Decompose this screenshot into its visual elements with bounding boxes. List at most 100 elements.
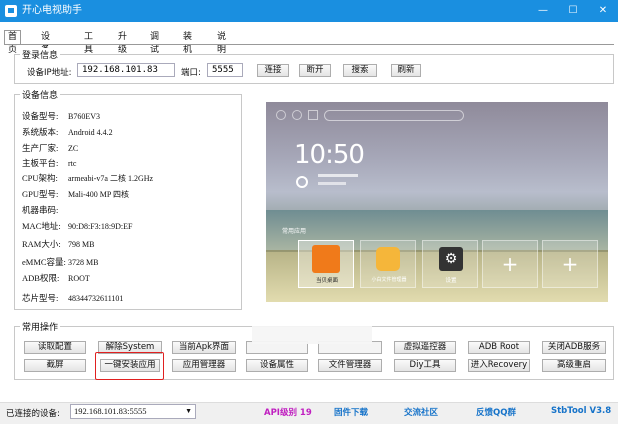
device-info-key: MAC地址: xyxy=(22,221,61,231)
advanced-reboot-button[interactable]: 高级重启 xyxy=(542,359,606,372)
tab-help[interactable]: 说明 xyxy=(213,30,230,55)
device-info-row: CPU架构: armeabi-v7a 二核 1.2GHz xyxy=(22,172,153,184)
login-group-title: 登录信息 xyxy=(20,48,61,61)
device-info-value: rtc xyxy=(68,159,77,168)
disconnect-button[interactable]: 断开 xyxy=(299,64,331,77)
app-tile-add-2: + xyxy=(542,240,598,288)
device-info-key: 机器串码: xyxy=(22,205,59,215)
adb-root-button[interactable]: ADB Root xyxy=(468,341,530,354)
chevron-down-icon: ▼ xyxy=(185,407,192,415)
device-info-value: 798 MB xyxy=(68,240,95,249)
device-info-key: 生产厂家: xyxy=(22,143,59,153)
weather-sun-icon xyxy=(296,176,308,188)
device-info-row: ADB权限: ROOT xyxy=(22,272,90,284)
app-label-file-manager: 小白文件管理器 xyxy=(371,277,407,283)
device-info-value: 3728 MB xyxy=(68,258,99,267)
window-title: 开心电视助手 xyxy=(22,5,82,16)
connect-button[interactable]: 连接 xyxy=(257,64,289,77)
api-level-text: API级别 19 xyxy=(264,408,312,418)
device-info-key: 系统版本: xyxy=(22,127,59,137)
current-apk-button[interactable]: 当前Apk界面 xyxy=(172,341,236,354)
app-label-settings: 设置 xyxy=(445,278,457,284)
file-manager-button[interactable]: 文件管理器 xyxy=(318,359,382,372)
minimize-icon[interactable]: — xyxy=(528,0,558,22)
virtual-remote-button[interactable]: 虚拟遥控器 xyxy=(394,341,456,354)
device-info-key: 设备型号: xyxy=(22,111,59,121)
connected-device-value: 192.168.101.83:5555 xyxy=(74,406,147,416)
connected-device-label: 已连接的设备: xyxy=(6,409,60,419)
tab-divider xyxy=(4,44,614,45)
read-config-button[interactable]: 读取配置 xyxy=(24,341,86,354)
device-info-value: ZC xyxy=(68,144,79,153)
tab-upgrade[interactable]: 升级 xyxy=(114,30,131,55)
preview-clock: 10:50 xyxy=(294,140,365,170)
device-info-title: 设备信息 xyxy=(20,88,61,101)
version-text: StbTool V3.8 xyxy=(551,406,612,416)
close-adb-button[interactable]: 关闭ADB服务 xyxy=(542,341,606,354)
device-info-value: 48344732611101 xyxy=(68,294,124,303)
device-info-key: eMMC容量: xyxy=(22,257,66,267)
tab-toolbox[interactable]: 工具箱 xyxy=(80,30,97,68)
dangbei-app-icon xyxy=(312,245,340,273)
close-icon[interactable]: ✕ xyxy=(588,0,618,22)
port-input[interactable] xyxy=(207,63,243,77)
device-props-button[interactable]: 设备属性 xyxy=(246,359,308,372)
diy-tools-button[interactable]: Diy工具 xyxy=(394,359,456,372)
tab-debug[interactable]: 调试 xyxy=(146,30,163,55)
device-info-row: 主板平台: rtc xyxy=(22,157,76,169)
device-info-row: 生产厂家: ZC xyxy=(22,142,78,154)
device-info-row: 设备型号: B760EV3 xyxy=(22,110,100,122)
connected-device-select[interactable]: 192.168.101.83:5555 ▼ xyxy=(70,404,196,419)
device-info-key: CPU架构: xyxy=(22,173,58,183)
weather-info-2 xyxy=(318,182,346,185)
device-info-value: Android 4.4.2 xyxy=(68,128,113,137)
app-label-dangbei: 当贝桌面 xyxy=(315,278,338,284)
weather-info xyxy=(318,174,358,177)
port-label: 端口: xyxy=(181,68,201,78)
device-info-row: eMMC容量: 3728 MB xyxy=(22,256,98,268)
ip-label: 设备IP地址: xyxy=(27,68,72,78)
title-bar: 开心电视助手 — ☐ ✕ xyxy=(0,0,618,22)
feedback-qq-link[interactable]: 反馈QQ群 xyxy=(476,406,516,418)
refresh-button[interactable]: 刷新 xyxy=(391,64,421,77)
enter-recovery-button[interactable]: 进入Recovery xyxy=(468,359,530,372)
search-button[interactable]: 搜索 xyxy=(343,64,377,77)
highlight-box xyxy=(95,352,164,380)
device-info-value: Mali-400 MP 四核 xyxy=(68,190,130,199)
app-tile-file-manager: 小白文件管理器 xyxy=(360,240,416,288)
device-info-row: RAM大小: 798 MB xyxy=(22,238,94,250)
app-tile-settings: ⚙ 设置 xyxy=(422,240,478,288)
obscuring-overlay xyxy=(252,326,372,344)
device-info-row: 机器串码: xyxy=(22,204,68,216)
device-info-row: 系统版本: Android 4.4.2 xyxy=(22,126,113,138)
app-tile-dangbei: 当贝桌面 xyxy=(298,240,354,288)
tab-home[interactable]: 首页 xyxy=(4,30,22,55)
community-link[interactable]: 交流社区 xyxy=(404,406,438,418)
app-tile-add-1: + xyxy=(482,240,538,288)
ops-group-title: 常用操作 xyxy=(20,320,61,333)
device-info-key: 主板平台: xyxy=(22,158,59,168)
device-info-key: ADB权限: xyxy=(22,273,60,283)
ip-input[interactable] xyxy=(77,63,175,77)
device-info-key: 芯片型号: xyxy=(22,293,59,303)
device-info-row: GPU型号: Mali-400 MP 四核 xyxy=(22,188,129,200)
device-info-value: B760EV3 xyxy=(68,112,100,121)
tab-device-management[interactable]: 设备管理 xyxy=(37,30,54,81)
device-info-value: 90:D8:F3:18:9D:EF xyxy=(68,222,133,231)
settings-gear-icon: ⚙ xyxy=(439,247,463,271)
screenshot-button[interactable]: 截屏 xyxy=(24,359,86,372)
preview-topbar xyxy=(276,110,596,122)
app-icon xyxy=(5,5,17,17)
tab-install[interactable]: 装机 xyxy=(179,30,196,55)
file-manager-app-icon xyxy=(376,247,400,271)
firmware-download-link[interactable]: 固件下载 xyxy=(334,406,368,418)
preview-section-label: 常用应用 xyxy=(282,228,307,235)
device-info-key: GPU型号: xyxy=(22,189,59,199)
device-info-value: ROOT xyxy=(68,274,90,283)
app-manager-button[interactable]: 应用管理器 xyxy=(172,359,236,372)
maximize-icon[interactable]: ☐ xyxy=(558,0,588,22)
device-info-value: armeabi-v7a 二核 1.2GHz xyxy=(68,174,154,183)
device-info-key: RAM大小: xyxy=(22,239,61,249)
device-screen-preview: 10:50 常用应用 当贝桌面 小白文件管理器 ⚙ 设置 + + xyxy=(266,102,608,302)
device-info-row: MAC地址: 90:D8:F3:18:9D:EF xyxy=(22,220,132,232)
